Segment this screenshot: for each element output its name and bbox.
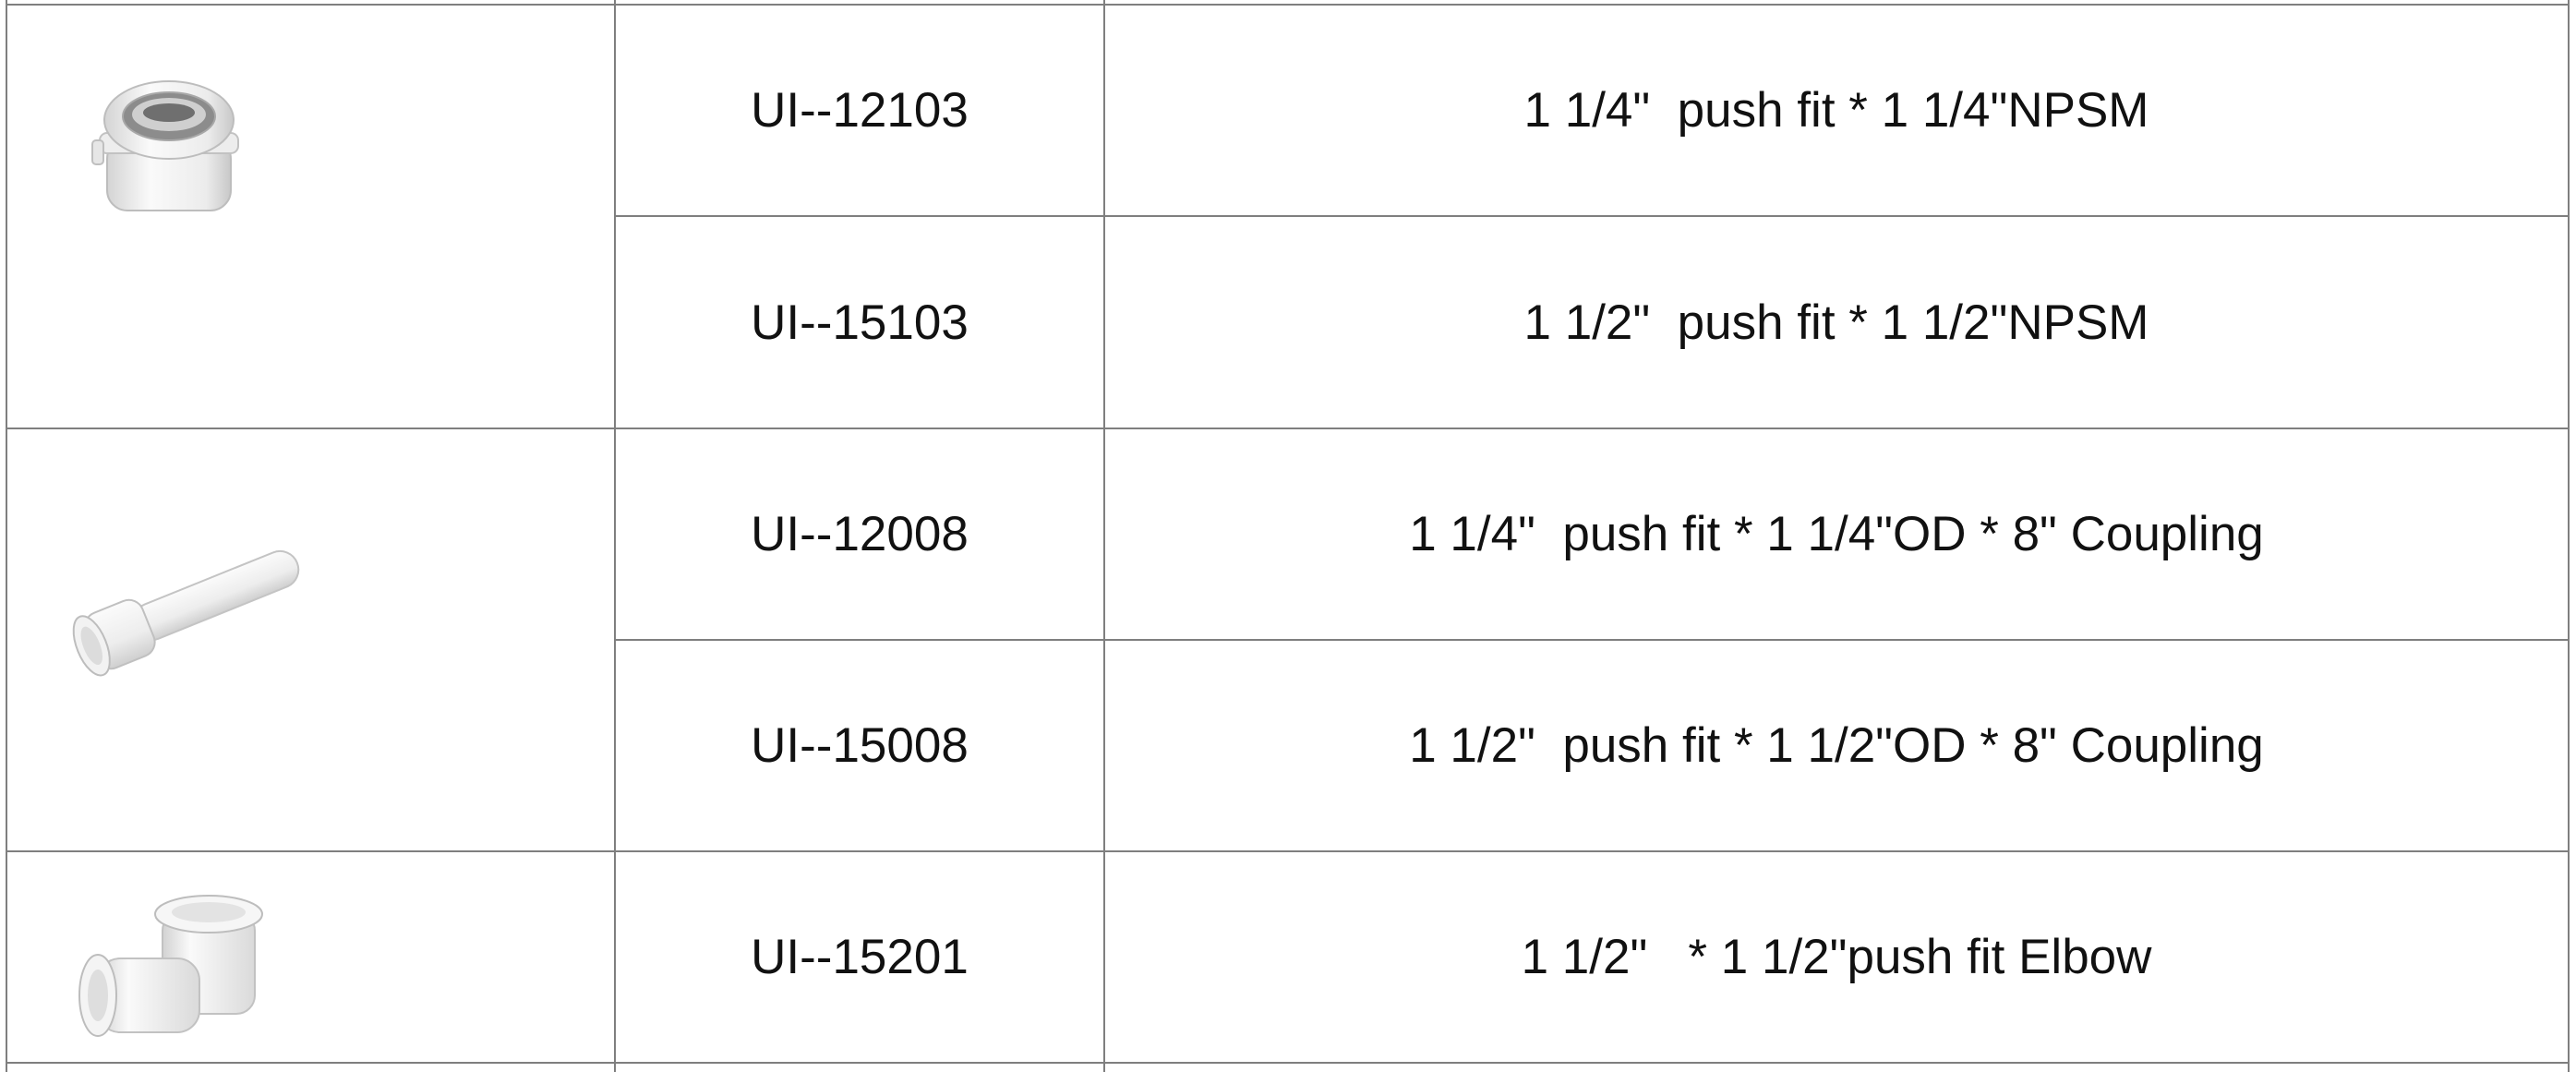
product-description: 1 1/2" push fit * 1 1/2"OD * 8" Coupling	[1409, 718, 2264, 773]
table-border-right	[2568, 0, 2570, 1072]
product-code: UI--15201	[751, 930, 969, 984]
table-border-left	[6, 0, 7, 1072]
product-description: 1 1/4" push fit * 1 1/4"NPSM	[1523, 83, 2149, 138]
product-code: UI--15008	[751, 718, 969, 773]
product-code: UI--12008	[751, 507, 969, 561]
product-code: UI--12103	[751, 83, 969, 138]
product-description: 1 1/2" * 1 1/2"push fit Elbow	[1521, 930, 2152, 984]
product-table: UI--12103 1 1/4" push fit * 1 1/4"NPSM U…	[0, 0, 2576, 1072]
product-description: 1 1/4" push fit * 1 1/4"OD * 8" Coupling	[1409, 507, 2264, 561]
product-description: 1 1/2" push fit * 1 1/2"NPSM	[1523, 295, 2149, 350]
push-fit-coupling-tube-icon	[57, 536, 316, 683]
push-fit-elbow-icon	[70, 885, 283, 1042]
push-fit-npsm-adapter-icon	[90, 74, 247, 222]
table-row-partial-border	[6, 1062, 2570, 1064]
product-code: UI--15103	[751, 295, 969, 350]
